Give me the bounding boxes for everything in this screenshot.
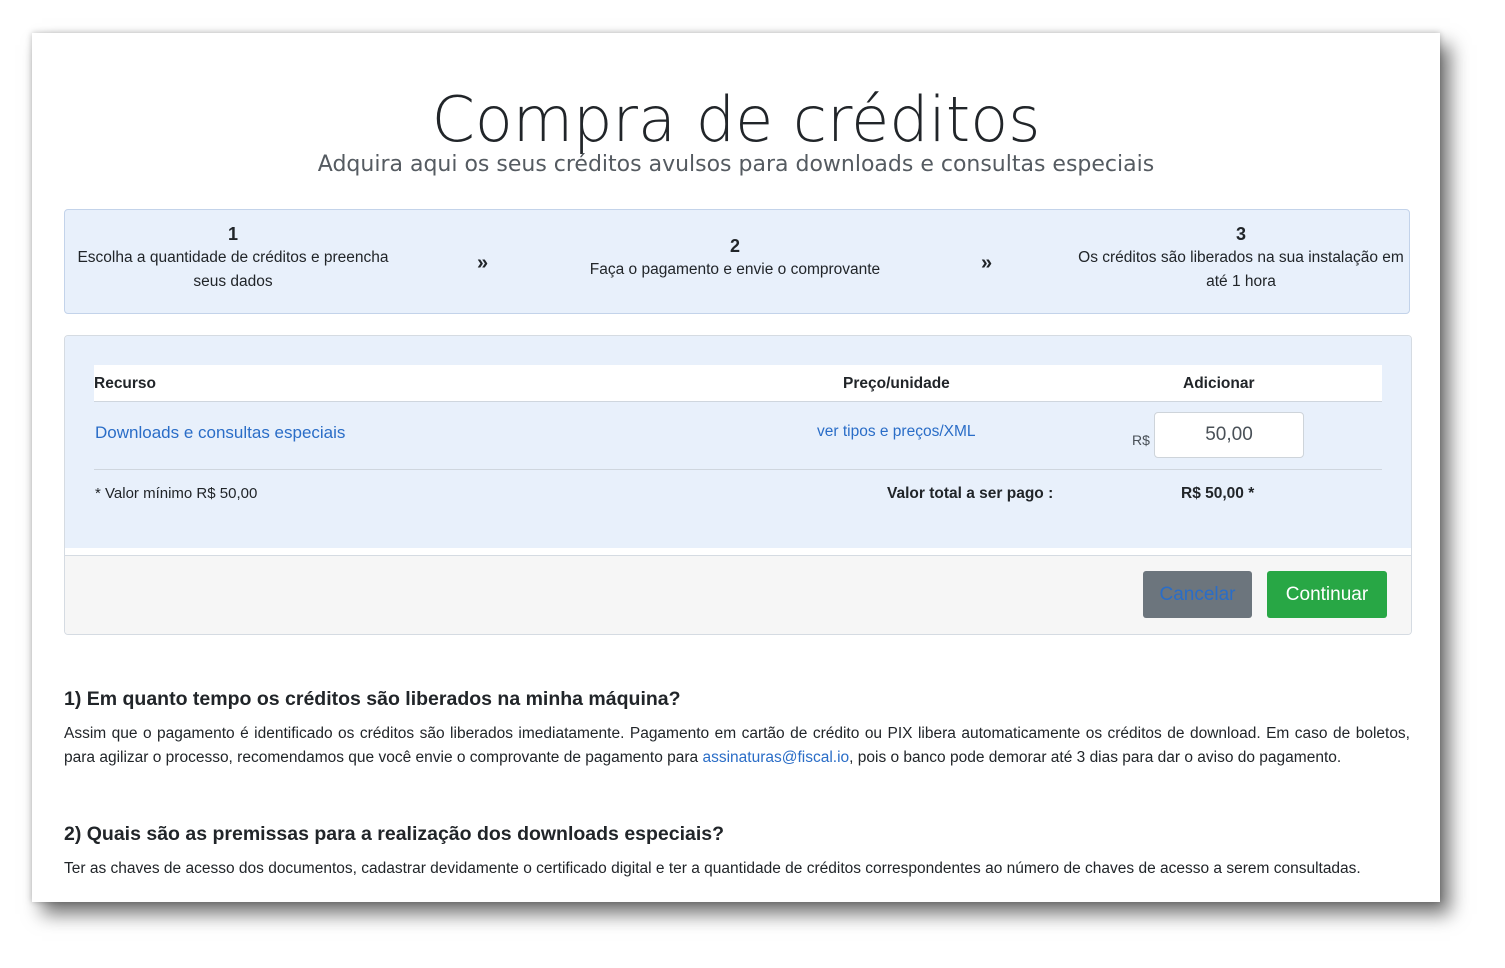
step-3-text: Os créditos são liberados na sua instala… (1078, 249, 1404, 290)
price-types-link[interactable]: ver tipos e preços/XML (817, 423, 976, 441)
min-value-note: * Valor mínimo R$ 50,00 (95, 485, 258, 502)
header-add: Adicionar (1183, 375, 1255, 392)
total-row: * Valor mínimo R$ 50,00 Valor total a se… (94, 469, 1382, 519)
step-1-text: Escolha a quantidade de créditos e preen… (77, 249, 389, 290)
support-email-link[interactable]: assinaturas@fiscal.io (702, 749, 849, 766)
continue-button[interactable]: Continuar (1267, 571, 1387, 618)
step-2-text: Faça o pagamento e envie o comprovante (589, 261, 881, 278)
currency-label: R$ (1132, 432, 1150, 448)
purchase-panel: Recurso Preço/unidade Adicionar Download… (64, 335, 1412, 635)
total-label: Valor total a ser pago : (887, 485, 1054, 502)
page-title: Compra de créditos (431, 83, 1041, 156)
resource-link[interactable]: Downloads e consultas especiais (95, 423, 345, 443)
total-value: R$ 50,00 * (1181, 485, 1255, 502)
cancel-button[interactable]: Cancelar (1143, 571, 1252, 618)
step-separator-icon: » (477, 252, 489, 274)
step-3: 3 Os créditos são liberados na sua insta… (1073, 222, 1409, 294)
faq-answer-1: Assim que o pagamento é identificado os … (64, 722, 1410, 770)
step-3-number: 3 (1235, 224, 1246, 244)
amount-input[interactable] (1154, 412, 1304, 458)
purchase-card: Compra de créditos Adquira aqui os seus … (32, 33, 1440, 902)
faq-question-1: 1) Em quanto tempo os créditos são liber… (64, 688, 681, 710)
page-subtitle: Adquira aqui os seus créditos avulsos pa… (317, 152, 1155, 177)
table-header: Recurso Preço/unidade Adicionar (94, 365, 1382, 402)
panel-footer: Cancelar Continuar (65, 555, 1411, 634)
step-1-number: 1 (227, 224, 238, 244)
faq-question-2: 2) Quais são as premissas para a realiza… (64, 823, 725, 845)
header-resource: Recurso (94, 375, 157, 392)
header-price: Preço/unidade (843, 375, 950, 392)
purchase-table-area: Recurso Preço/unidade Adicionar Download… (65, 336, 1411, 548)
steps-banner: 1 Escolha a quantidade de créditos e pre… (64, 209, 1410, 314)
step-2: 2 Faça o pagamento e envie o comprovante (565, 234, 905, 282)
step-separator-icon: » (981, 252, 993, 274)
step-1: 1 Escolha a quantidade de créditos e pre… (73, 222, 393, 294)
faq-answer-2: Ter as chaves de acesso dos documentos, … (64, 860, 1361, 877)
step-2-number: 2 (729, 236, 740, 256)
faq-answer-1-text-end: , pois o banco pode demorar até 3 dias p… (849, 749, 1342, 766)
table-row: Downloads e consultas especiais ver tipo… (94, 401, 1382, 470)
